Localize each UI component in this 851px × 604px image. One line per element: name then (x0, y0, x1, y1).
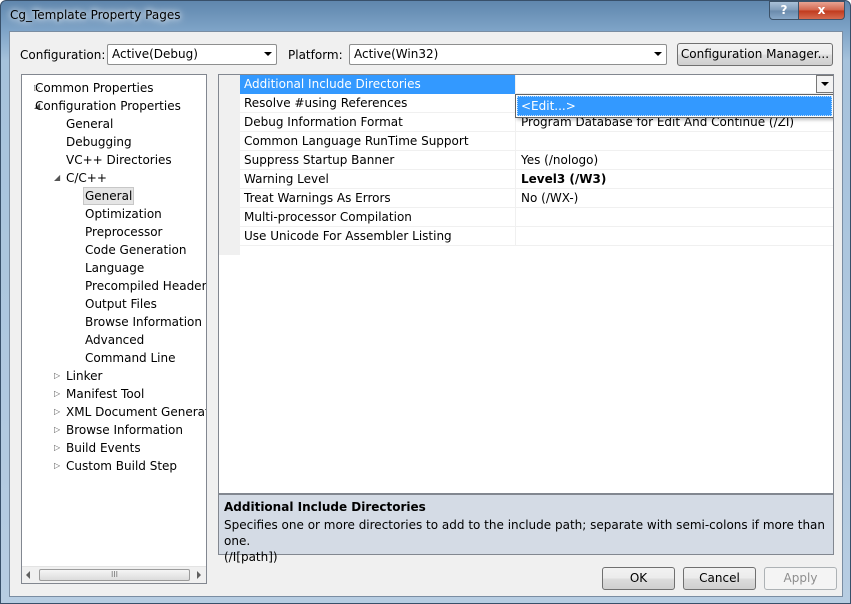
expand-arrow-icon[interactable]: ▷ (54, 426, 62, 434)
property-name[interactable]: Multi-processor Compilation (240, 208, 516, 227)
property-row[interactable]: Warning Level Level3 (/W3) (240, 170, 833, 189)
property-name[interactable]: Resolve #using References (240, 94, 516, 113)
description-title: Additional Include Directories (224, 500, 426, 514)
tree-item[interactable]: Advanced (85, 331, 144, 349)
property-grid[interactable]: Additional Include Directories Resolve #u… (218, 74, 834, 494)
property-value[interactable] (517, 132, 833, 151)
tree-item[interactable]: Precompiled Headers (85, 277, 206, 295)
tree-item[interactable]: Common Properties (35, 79, 154, 97)
property-value[interactable]: Level3 (/W3) (517, 170, 833, 189)
value-dropdown-button[interactable] (816, 75, 833, 93)
property-name[interactable]: Debug Information Format (240, 113, 516, 132)
property-row[interactable]: Multi-processor Compilation (240, 208, 833, 227)
configuration-label: Configuration: (20, 48, 106, 62)
tree-item[interactable]: Output Files (85, 295, 157, 313)
property-name[interactable]: Common Language RunTime Support (240, 132, 516, 151)
configuration-select[interactable]: Active(Debug) (107, 44, 277, 65)
property-value[interactable] (517, 75, 833, 94)
property-row[interactable]: Suppress Startup Banner Yes (/nologo) (240, 151, 833, 170)
property-name[interactable]: Additional Include Directories (240, 75, 516, 94)
collapse-arrow-icon[interactable]: ◢ (54, 174, 62, 182)
expand-arrow-icon[interactable]: ▷ (54, 462, 62, 470)
category-tree[interactable]: ▷ Common Properties ◢ Configuration Propert… (21, 74, 207, 584)
apply-button[interactable]: Apply (764, 567, 837, 590)
expand-arrow-icon[interactable]: ▷ (54, 444, 62, 452)
tree-item[interactable]: General (66, 115, 113, 133)
tree-item[interactable]: General (83, 187, 135, 205)
property-value[interactable]: Yes (/nologo) (517, 151, 833, 170)
tree-item[interactable]: C/C++ (66, 169, 107, 187)
edit-option[interactable]: <Edit...> (517, 96, 832, 116)
property-name[interactable]: Suppress Startup Banner (240, 151, 516, 170)
dialog-client-area: Configuration: Active(Debug) Platform: A… (9, 31, 843, 597)
property-name[interactable]: Treat Warnings As Errors (240, 189, 516, 208)
chevron-down-icon (654, 52, 662, 56)
tree-item[interactable]: Build Events (66, 439, 141, 457)
property-value[interactable] (517, 208, 833, 227)
scroll-left-icon[interactable] (26, 571, 30, 579)
configuration-value: Active(Debug) (112, 47, 198, 61)
tree-item[interactable]: Preprocessor (85, 223, 162, 241)
tree-item[interactable]: Browse Information (85, 313, 202, 331)
property-name[interactable]: Warning Level (240, 170, 516, 189)
tree-item[interactable]: Custom Build Step (66, 457, 177, 475)
platform-label: Platform: (288, 48, 343, 62)
expand-arrow-icon[interactable]: ▷ (54, 408, 62, 416)
close-button[interactable]: x (798, 1, 845, 20)
description-text: Specifies one or more directories to add… (224, 518, 826, 548)
tree-item[interactable]: VC++ Directories (66, 151, 172, 169)
configuration-manager-button[interactable]: Configuration Manager... (677, 43, 833, 66)
window-title: Cg_Template Property Pages (10, 8, 181, 22)
property-row[interactable]: Common Language RunTime Support (240, 132, 833, 151)
cancel-button[interactable]: Cancel (683, 567, 756, 590)
description-panel: Additional Include Directories Specifies… (218, 494, 834, 564)
tree-item[interactable]: Code Generation (85, 241, 186, 259)
property-name[interactable]: Use Unicode For Assembler Listing (240, 227, 516, 246)
tree-item[interactable]: XML Document Generator (66, 403, 206, 421)
property-pages-window: Cg_Template Property Pages ? x Configura… (0, 0, 851, 604)
tree-item[interactable]: Debugging (66, 133, 132, 151)
tree-item[interactable]: Command Line (85, 349, 176, 367)
platform-value: Active(Win32) (354, 47, 439, 61)
help-button[interactable]: ? (769, 1, 799, 20)
expand-arrow-icon[interactable]: ▷ (54, 390, 62, 398)
title-bar[interactable]: Cg_Template Property Pages ? x (1, 1, 850, 31)
grid-gutter (219, 75, 240, 255)
expand-arrow-icon[interactable]: ▷ (54, 372, 62, 380)
tree-item[interactable]: Browse Information (66, 421, 183, 439)
tree-item[interactable]: Configuration Properties (35, 97, 181, 115)
tree-item[interactable]: Optimization (85, 205, 162, 223)
tree-horizontal-scrollbar[interactable]: III (22, 566, 206, 583)
property-row[interactable]: Treat Warnings As Errors No (/WX-) (240, 189, 833, 208)
scroll-thumb[interactable]: III (39, 569, 190, 581)
scroll-right-icon[interactable] (197, 571, 201, 579)
description-switch: (/I[path]) (224, 550, 278, 564)
tree-item[interactable]: Linker (66, 367, 102, 385)
property-row[interactable]: Additional Include Directories (240, 75, 833, 94)
tree-item[interactable]: Language (85, 259, 144, 277)
platform-select[interactable]: Active(Win32) (349, 44, 667, 65)
chevron-down-icon (264, 52, 272, 56)
property-value[interactable] (517, 227, 833, 246)
value-dropdown-popup[interactable]: <Edit...> (515, 94, 833, 118)
property-value[interactable]: No (/WX-) (517, 189, 833, 208)
ok-button[interactable]: OK (602, 567, 675, 590)
tree-item[interactable]: Manifest Tool (66, 385, 144, 403)
property-row[interactable]: Use Unicode For Assembler Listing (240, 227, 833, 246)
